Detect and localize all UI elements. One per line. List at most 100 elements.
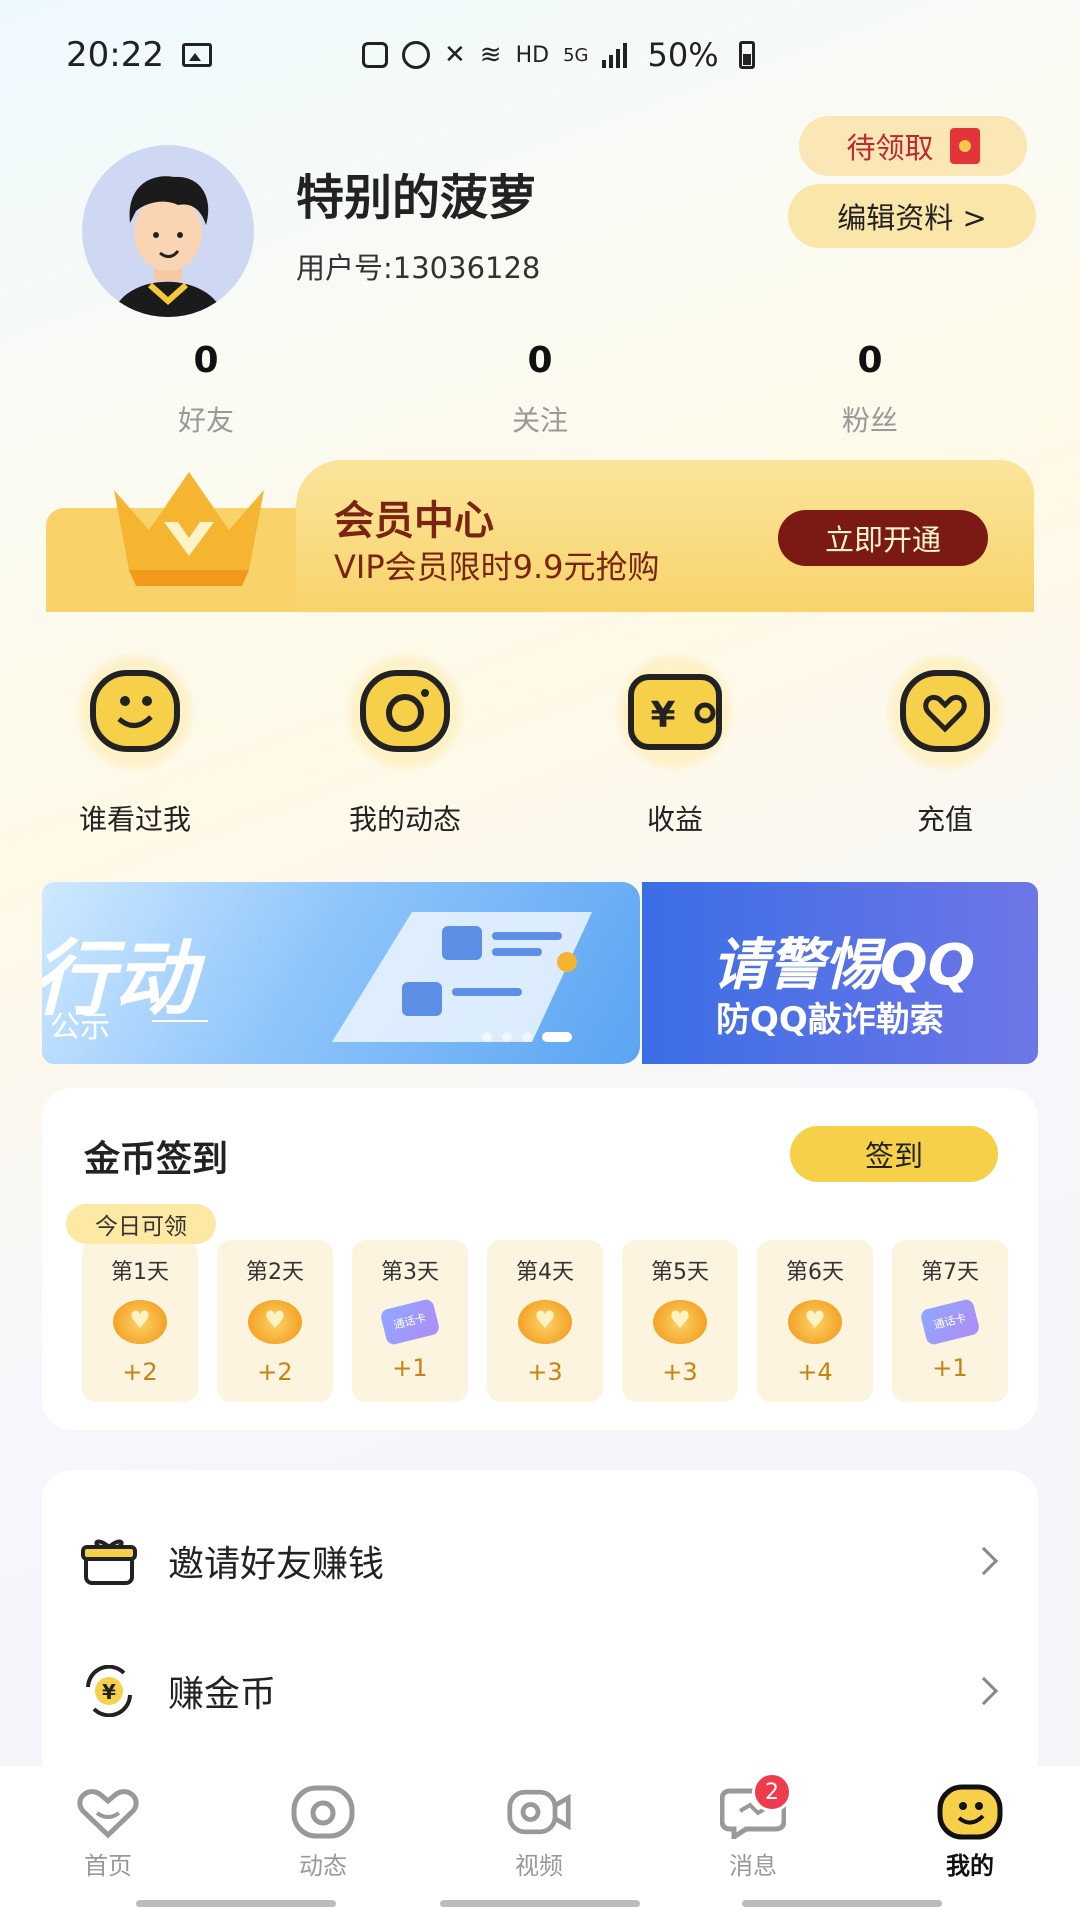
nav-label: 动态 (299, 1852, 347, 1880)
shortcut-label: 谁看过我 (78, 803, 191, 836)
shortcut-label: 收益 (646, 803, 703, 836)
stat-friends[interactable]: 0 好友 (106, 340, 306, 439)
chevron-right-icon (969, 1676, 999, 1706)
coin-icon (788, 1300, 842, 1344)
menu-item-earn-coins[interactable]: ¥ 赚金币 (42, 1626, 1038, 1756)
shortcut-recharge[interactable]: 充值 (850, 652, 1040, 838)
menu-item-label: 邀请好友赚钱 (168, 1544, 385, 1585)
stat-value: 0 (527, 340, 553, 381)
day-reward: +4 (797, 1358, 833, 1386)
signal-type-label: 5G (563, 44, 589, 66)
coin-icon (113, 1300, 167, 1344)
status-time: 20:22 (66, 35, 164, 75)
heart-smile-icon (75, 1784, 141, 1840)
day-reward: +3 (527, 1358, 563, 1386)
document-scroll-illustration (332, 912, 592, 1042)
checkin-button[interactable]: 签到 (790, 1126, 998, 1182)
status-icons: ✕ ≋ HD 5G 50% (361, 36, 755, 74)
checkin-day[interactable]: 第7天 通话卡 +1 (892, 1240, 1008, 1402)
day-reward: +1 (392, 1354, 428, 1382)
battery-percent: 50% (647, 36, 719, 74)
checkin-day[interactable]: 第4天 +3 (487, 1240, 603, 1402)
checkin-day[interactable]: 第1天 +2 (82, 1240, 198, 1402)
promo-banner-left[interactable]: 行动 公示 (42, 882, 640, 1064)
battery-icon (738, 41, 755, 69)
red-packet-icon (949, 128, 980, 164)
status-bar: 20:22 ✕ ≋ HD 5G 50% (66, 30, 1014, 80)
coin-icon (518, 1300, 572, 1344)
shortcut-who-viewed-me[interactable]: 谁看过我 (40, 652, 230, 838)
chat-icon: 2 (720, 1772, 792, 1840)
network-type-label: HD (515, 42, 550, 68)
bottom-nav: 首页 动态 视频 2 消息 我的 (0, 1766, 1080, 1920)
promo-banner-carousel[interactable]: 行动 公示 请警惕QQ 防QQ敲诈勒索 (42, 882, 1038, 1064)
checkin-day[interactable]: 第3天 通话卡 +1 (352, 1240, 468, 1402)
signal-icon (602, 42, 628, 68)
menu-item-label: 赚金币 (168, 1674, 277, 1715)
vip-banner[interactable]: 会员中心 VIP会员限时9.9元抢购 立即开通 (46, 460, 1034, 612)
svg-text:¥: ¥ (102, 1680, 116, 1704)
shortcut-label: 我的动态 (348, 803, 461, 836)
video-icon (506, 1784, 572, 1840)
day-reward: +2 (122, 1358, 158, 1386)
promo-right-subtitle: 防QQ敲诈勒索 (716, 1000, 944, 1040)
user-id: 用户号:13036128 (296, 251, 541, 285)
nav-label: 我的 (946, 1852, 994, 1880)
coin-checkin-card: 金币签到 签到 第1天 +2 第2天 +2 第3天 通话卡 +1 第4天 +3 … (42, 1088, 1038, 1430)
avatar-illustration (112, 176, 224, 317)
camera-icon (345, 652, 465, 772)
gesture-handles (0, 1900, 1080, 1908)
mute-icon: ✕ (443, 40, 466, 70)
day-label: 第4天 (516, 1260, 574, 1285)
day-label: 第7天 (921, 1260, 979, 1285)
alarm-icon (401, 41, 430, 69)
day-reward: +2 (257, 1358, 293, 1386)
claim-label: 待领取 (846, 131, 934, 165)
recycle-icon (361, 42, 388, 68)
day-label: 第3天 (381, 1260, 439, 1285)
nav-label: 首页 (84, 1852, 132, 1880)
stat-label: 粉丝 (841, 404, 898, 437)
promo-divider (152, 1020, 208, 1022)
day-label: 第1天 (111, 1260, 169, 1285)
shortcut-my-posts[interactable]: 我的动态 (310, 652, 500, 838)
promo-left-subtitle: 公示 (50, 1010, 110, 1045)
shortcut-label: 充值 (916, 803, 973, 836)
nav-mine[interactable]: 我的 (905, 1784, 1035, 1881)
checkin-day[interactable]: 第5天 +3 (622, 1240, 738, 1402)
stat-following[interactable]: 0 关注 (440, 340, 640, 439)
stat-fans[interactable]: 0 粉丝 (770, 340, 970, 439)
checkin-day[interactable]: 第6天 +4 (757, 1240, 873, 1402)
checkin-day[interactable]: 第2天 +2 (217, 1240, 333, 1402)
day-reward: +3 (662, 1358, 698, 1386)
call-card-icon: 通话卡 (379, 1298, 441, 1346)
nav-label: 视频 (515, 1852, 563, 1880)
wifi-icon: ≋ (479, 40, 502, 70)
menu-item-invite[interactable]: 邀请好友赚钱 (42, 1496, 1038, 1626)
nav-video[interactable]: 视频 (474, 1784, 604, 1881)
avatar[interactable] (82, 145, 254, 317)
carousel-dots (482, 1032, 572, 1042)
edit-profile-button[interactable]: 编辑资料 > (788, 184, 1036, 248)
claim-reward-button[interactable]: 待领取 (799, 116, 1027, 176)
promo-right-title: 请警惕QQ (712, 933, 976, 998)
promo-banner-right[interactable]: 请警惕QQ 防QQ敲诈勒索 (642, 882, 1038, 1064)
gift-icon (80, 1532, 138, 1590)
image-notification-icon (181, 43, 212, 67)
menu-list: 邀请好友赚钱 ¥ 赚金币 (42, 1470, 1038, 1790)
heart-icon (885, 652, 1005, 772)
day-label: 第2天 (246, 1260, 304, 1285)
nav-messages[interactable]: 2 消息 (688, 1772, 818, 1881)
svg-text:¥: ¥ (650, 695, 675, 736)
shortcut-earnings[interactable]: ¥ 收益 (580, 652, 770, 838)
nav-home[interactable]: 首页 (43, 1784, 173, 1881)
stat-label: 好友 (177, 404, 234, 437)
coin-icon (248, 1300, 302, 1344)
day-label: 第5天 (651, 1260, 709, 1285)
smile-face-icon (937, 1784, 1003, 1840)
vip-open-button[interactable]: 立即开通 (778, 510, 988, 566)
call-card-icon: 通话卡 (919, 1298, 981, 1346)
vip-subtitle: VIP会员限时9.9元抢购 (334, 548, 660, 586)
chevron-right-icon (969, 1546, 999, 1576)
nav-moments[interactable]: 动态 (258, 1784, 388, 1881)
